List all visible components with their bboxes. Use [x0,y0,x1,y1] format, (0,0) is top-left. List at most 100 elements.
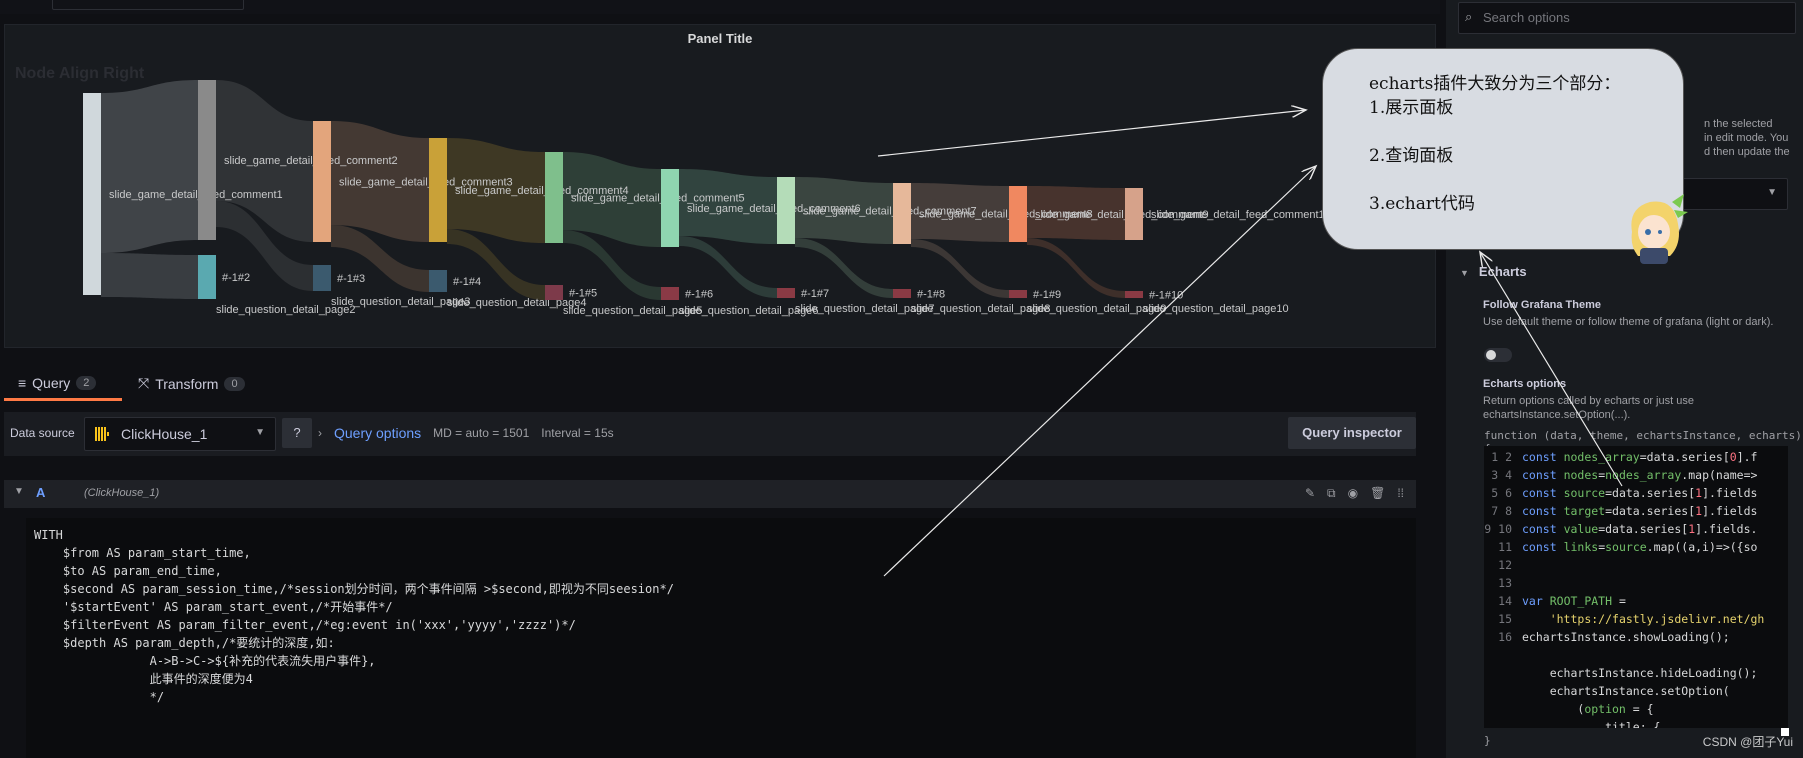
follow-theme-toggle[interactable] [1484,348,1512,362]
sankey-exit-label: #-1#10 [1149,290,1183,302]
echarts-code-editor[interactable]: 1 2 3 4 5 6 7 8 9 10 11 12 13 14 15 16 c… [1484,446,1788,728]
database-icon: ≡ [18,375,27,391]
section-echarts-label: Echarts [1478,264,1527,279]
sankey-node [1009,186,1027,242]
sql-editor[interactable]: WITH $from AS param_start_time, $to AS p… [26,518,1416,758]
tab-transform-label: Transform [155,375,219,392]
query-letter[interactable]: A [36,485,45,500]
tab-query-count: 2 [76,376,97,390]
desc-fragment-3: d then update the [1704,146,1790,158]
query-row-actions: ✎ ⧉ ◉ 🗑 ⁞⁞ [1305,486,1404,501]
sankey-node [198,80,216,240]
sankey-node [893,183,911,244]
sankey-exit-label: #-1#6 [685,289,713,301]
sankey-node-label: slide_game_detail_feed_comment1 [109,189,283,201]
sankey-page-label: slide_question_detail_page10 [1143,303,1289,315]
search-placeholder: Search options [1483,10,1570,25]
sql-text[interactable]: WITH $from AS param_start_time, $to AS p… [26,518,1416,714]
line-numbers: 1 2 3 4 5 6 7 8 9 10 11 12 13 14 15 16 [1484,450,1512,644]
sankey-chart: slide_game_detail_feed_comment1 slide_gam… [83,80,1331,317]
sankey-exit-node [661,287,679,300]
sankey-node [313,121,331,242]
query-inspector-button[interactable]: Query inspector [1288,417,1416,449]
interval: Interval = 15s [541,426,614,440]
sankey-exit-label: #-1#4 [453,276,481,288]
panel-preview: Panel Title Node Align Right slide_game_… [4,24,1436,348]
sankey-exit-label: #-1#7 [801,288,829,300]
query-row-header: ▼ A (ClickHouse_1) ✎ ⧉ ◉ 🗑 ⁞⁞ [4,480,1416,508]
collapse-chevron-icon[interactable]: ▼ [14,486,24,497]
sankey-node [777,177,795,244]
toggle-knob [1486,350,1496,360]
sankey-link [101,253,198,299]
sankey-node [545,152,563,243]
tab-query-label: Query [32,375,71,391]
query-bar: Data source ClickHouse_1 ▼ ? › Query opt… [4,412,1416,456]
sankey-exit-node [429,270,447,292]
datasource-name: ClickHouse_1 [121,426,208,442]
query-options-link[interactable]: Query options [334,425,421,441]
sankey-node [1125,188,1143,240]
search-icon: ⌕ [1465,9,1473,24]
top-input[interactable] [52,0,244,10]
annotation-line-3: 2.查询面板 [1369,146,1454,166]
closing-brace: } [1484,734,1491,747]
anime-avatar-icon [1631,194,1688,264]
sankey-exit-node [777,288,795,298]
search-options-input[interactable]: ⌕ Search options [1458,2,1796,34]
sankey-link [101,80,198,253]
sankey-exit-node [198,255,216,299]
desc-fragment-2: in edit mode. You [1704,132,1789,144]
query-options[interactable]: › Query options MD = auto = 1501 Interva… [318,418,614,448]
section-echarts[interactable]: ▼ Echarts [1460,264,1527,279]
sankey-exit-node [545,285,563,300]
sankey-exit-node [893,289,911,298]
max-data-points: MD = auto = 1501 [433,426,530,440]
query-datasource: (ClickHouse_1) [84,487,160,499]
follow-theme-desc: Use default theme or follow theme of gra… [1483,316,1774,328]
sankey-exit-label: #-1#5 [569,288,597,300]
sankey-exit-label: #-1#3 [337,273,365,285]
duplicate-icon[interactable]: ⧉ [1327,486,1336,501]
sankey-node-label: slide_game_detail_feed_comment10 [1151,209,1331,221]
datasource-label: Data source [10,426,75,440]
annotation-line-1: echarts插件大致分为三个部分： [1369,74,1621,94]
sankey-exit-label: #-1#9 [1033,289,1061,301]
edit-icon[interactable]: ✎ [1305,486,1315,501]
code-text[interactable]: const nodes_array=data.series[0].f const… [1522,448,1764,728]
follow-theme-label: Follow Grafana Theme [1483,299,1601,311]
chevron-down-icon: ▼ [1460,268,1469,278]
chevron-down-icon: ▼ [1767,187,1777,198]
chevron-right-icon: › [318,426,322,440]
sankey-node [83,93,101,295]
sankey-node [661,169,679,247]
clickhouse-icon [95,427,109,441]
desc-fragment-1: n the selected [1704,118,1773,130]
eye-icon[interactable]: ◉ [1348,486,1358,501]
tab-query[interactable]: ≡ Query 2 [18,375,97,391]
sankey-exit-node [1009,290,1027,298]
watermark: CSDN @团子Yui [1702,735,1793,749]
active-tab-indicator [4,398,122,401]
top-toolbar [0,0,1440,14]
tab-transform[interactable]: ⤧ Transform 0 [138,375,245,392]
transform-icon: ⤧ [138,375,150,391]
editor-tabs: ≡ Query 2 ⤧ Transform 0 [4,365,1434,401]
annotation-line-4: 3.echart代码 [1369,194,1475,214]
help-icon[interactable]: ? [282,418,312,448]
tab-transform-count: 0 [224,376,245,391]
datasource-picker[interactable]: ClickHouse_1 ▼ [84,417,276,451]
sankey-exit-label: #-1#8 [917,289,945,301]
trash-icon[interactable]: 🗑 [1370,486,1385,501]
annotation-line-2: 1.展示面板 [1369,98,1454,118]
sankey-exit-label: #-1#2 [222,272,250,284]
sankey-node [429,138,447,242]
drag-handle-icon[interactable]: ⁞⁞ [1397,486,1404,501]
chevron-down-icon: ▼ [255,427,265,438]
sankey-node-label: slide_game_detail_feed_comment2 [224,155,398,167]
echarts-options-desc: Return options called by echarts or just… [1483,395,1694,421]
sankey-exit-node [1125,291,1143,298]
corner-marker [1781,728,1789,736]
sankey-exit-node [313,265,331,291]
echarts-options-label: Echarts options [1483,378,1567,390]
